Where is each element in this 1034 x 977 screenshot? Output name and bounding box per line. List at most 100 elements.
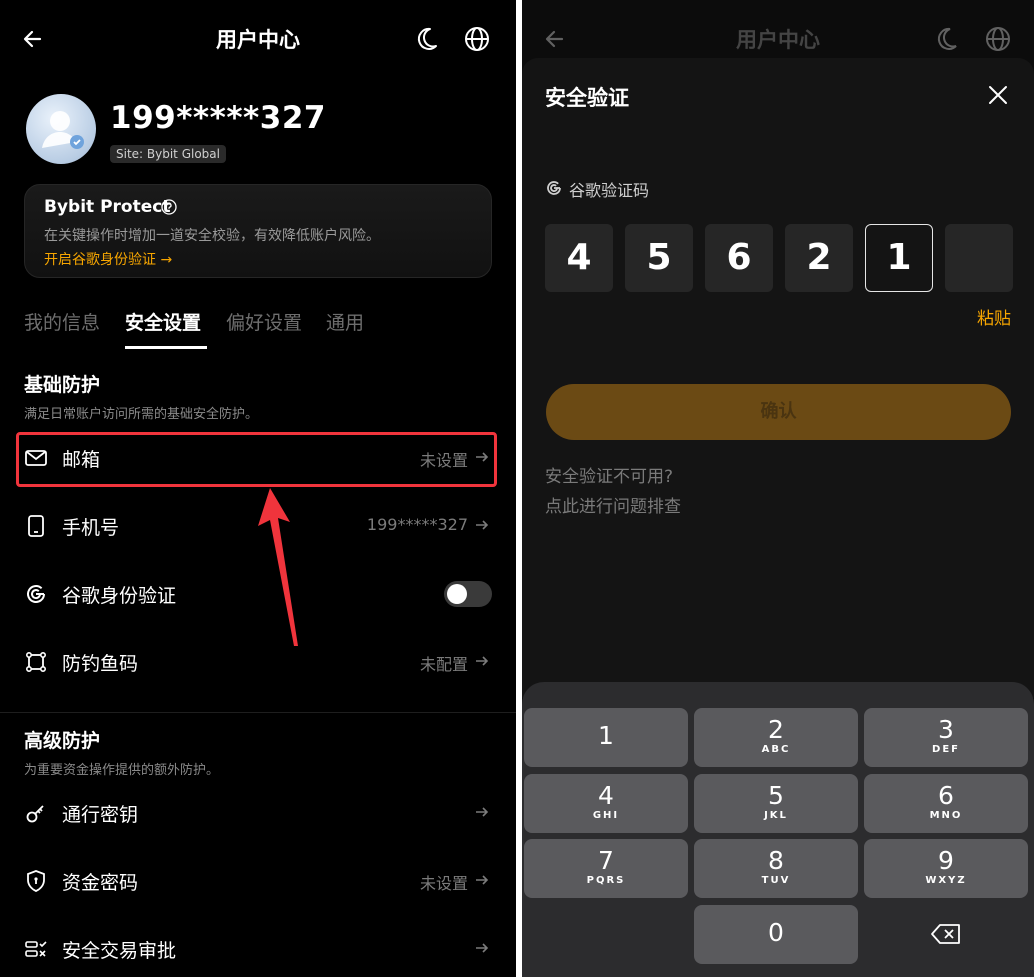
- close-icon[interactable]: [987, 84, 1009, 106]
- annotation-highlight-box: [16, 432, 497, 487]
- user-uid: 199*****327: [110, 100, 326, 136]
- row-passkey[interactable]: 通行密钥: [24, 793, 492, 833]
- arrow-right-icon: [476, 875, 489, 885]
- shield-icon: [27, 870, 45, 892]
- key-digit: 1: [598, 721, 614, 750]
- troubleshoot-link[interactable]: 点此进行问题排查: [545, 492, 681, 517]
- key-7[interactable]: 7 PQRS: [524, 839, 688, 898]
- google-icon: [547, 181, 561, 195]
- anti-phishing-icon: [25, 651, 46, 672]
- basic-section-title: 基础防护: [24, 374, 101, 396]
- approval-icon: [25, 941, 47, 957]
- backspace-icon: [931, 924, 960, 944]
- help-icon[interactable]: [161, 199, 177, 215]
- key-letters: DEF: [932, 744, 960, 755]
- key-2[interactable]: 2 ABC: [694, 708, 858, 767]
- row-label: 资金密码: [62, 872, 139, 894]
- row-trade-approval[interactable]: 安全交易审批: [24, 929, 492, 969]
- row-label: 手机号: [62, 517, 120, 539]
- key-3[interactable]: 3 DEF: [864, 708, 1028, 767]
- row-value: 199*****327: [366, 515, 468, 534]
- verification-sheet: 安全验证 谷歌验证码 4 5 6 2 1 粘贴 确认 安全验证不可用? 点此进行…: [522, 58, 1034, 698]
- row-label: 通行密钥: [62, 804, 139, 826]
- sheet-title: 安全验证: [545, 86, 629, 110]
- advanced-section-title: 高级防护: [24, 730, 101, 752]
- site-badge: Site: Bybit Global: [110, 145, 226, 163]
- moon-icon: [937, 27, 957, 50]
- protect-title: Bybit Protect: [44, 197, 171, 217]
- key-digit: 7: [598, 846, 614, 875]
- key-8[interactable]: 8 TUV: [694, 839, 858, 898]
- key-digit: 9: [938, 846, 954, 875]
- row-label: 安全交易审批: [62, 940, 177, 962]
- row-value: 未设置: [419, 874, 468, 893]
- code-digit-box[interactable]: 4: [545, 224, 613, 292]
- numeric-keypad: 1 2 ABC 3 DEF 4 GHI 5 JKL 6 MNO 7 PQRS 8 TUV 9W…: [522, 682, 1034, 977]
- key-letters: WXYZ: [925, 875, 967, 886]
- code-digit-box[interactable]: 5: [625, 224, 693, 292]
- section-divider: [0, 712, 516, 713]
- key-digit: 5: [768, 781, 784, 810]
- code-digit-box-active[interactable]: 1: [865, 224, 933, 292]
- key-letters: JKL: [764, 810, 788, 821]
- paste-button[interactable]: 粘贴: [977, 304, 1011, 329]
- key-0[interactable]: 0: [694, 905, 858, 964]
- key-digit: 2: [768, 715, 784, 744]
- code-digit-box[interactable]: [945, 224, 1013, 292]
- key-1[interactable]: 1: [524, 708, 688, 767]
- user-center-screen: 用户中心 199*****327 Site: Bybit Global Bybi…: [0, 0, 516, 977]
- google-icon: [27, 585, 45, 603]
- settings-tabs: 我的信息 安全设置 偏好设置 通用: [24, 308, 494, 352]
- avatar[interactable]: [26, 94, 96, 164]
- key-letters: ABC: [761, 744, 791, 755]
- row-label: 谷歌身份验证: [62, 585, 177, 607]
- globe-icon: [986, 27, 1010, 51]
- key-digit: 3: [938, 715, 954, 744]
- key-digit: 8: [768, 846, 784, 875]
- arrow-right-icon: [476, 656, 489, 666]
- arrow-right-icon: [476, 943, 489, 953]
- row-fund-password[interactable]: 资金密码 未设置: [24, 861, 492, 901]
- key-digit: 0: [768, 918, 784, 947]
- arrow-right-icon: [476, 807, 489, 817]
- key-icon: [26, 805, 44, 823]
- tab-general[interactable]: 通用: [326, 308, 364, 335]
- tab-preferences[interactable]: 偏好设置: [226, 308, 302, 335]
- google-auth-toggle[interactable]: [444, 581, 492, 607]
- key-9[interactable]: 9 WXYZ: [864, 839, 1028, 898]
- security-verification-screen: 用户中心 安全验证 谷歌验证码 4 5 6 2 1 粘贴 确认 安全验证不可用?…: [522, 0, 1034, 977]
- key-6[interactable]: 6 MNO: [864, 774, 1028, 833]
- globe-icon[interactable]: [463, 25, 491, 53]
- annotation-arrow-icon: [258, 488, 298, 646]
- help-text: 安全验证不可用?: [545, 467, 674, 487]
- key-4[interactable]: 4 GHI: [524, 774, 688, 833]
- protect-desc: 在关键操作时增加一道安全校验，有效降低账户风险。: [44, 228, 380, 244]
- confirm-button[interactable]: 确认: [546, 384, 1011, 440]
- tab-active-indicator: [125, 346, 207, 349]
- key-digit: 6: [938, 781, 954, 810]
- key-letters: PQRS: [586, 875, 626, 886]
- code-digit-box[interactable]: 2: [785, 224, 853, 292]
- key-backspace[interactable]: [864, 905, 1028, 964]
- row-anti-phishing[interactable]: 防钓鱼码 未配置: [24, 642, 492, 682]
- google-auth-code-label: 谷歌验证码: [569, 181, 650, 200]
- key-digit: 4: [598, 781, 614, 810]
- phone-icon: [28, 515, 44, 537]
- key-letters: MNO: [929, 810, 963, 821]
- avatar-person-icon: [42, 111, 84, 149]
- bybit-protect-card[interactable]: Bybit Protect 在关键操作时增加一道安全校验，有效降低账户风险。 开…: [24, 184, 492, 278]
- row-value: 未配置: [419, 655, 468, 674]
- tab-security[interactable]: 安全设置: [125, 308, 201, 335]
- key-letters: GHI: [592, 810, 620, 821]
- arrow-right-icon: [476, 520, 489, 530]
- key-5[interactable]: 5 JKL: [694, 774, 858, 833]
- key-letters: TUV: [761, 875, 791, 886]
- advanced-section-desc: 为重要资金操作提供的额外防护。: [24, 763, 220, 778]
- row-label: 防钓鱼码: [62, 653, 139, 675]
- tab-my-info[interactable]: 我的信息: [24, 308, 100, 335]
- moon-icon[interactable]: [412, 25, 440, 53]
- code-digit-box[interactable]: 6: [705, 224, 773, 292]
- enable-google-auth-link[interactable]: 开启谷歌身份验证 →: [44, 249, 172, 269]
- basic-section-desc: 满足日常账户访问所需的基础安全防护。: [24, 407, 259, 422]
- top-nav: 用户中心: [0, 0, 516, 80]
